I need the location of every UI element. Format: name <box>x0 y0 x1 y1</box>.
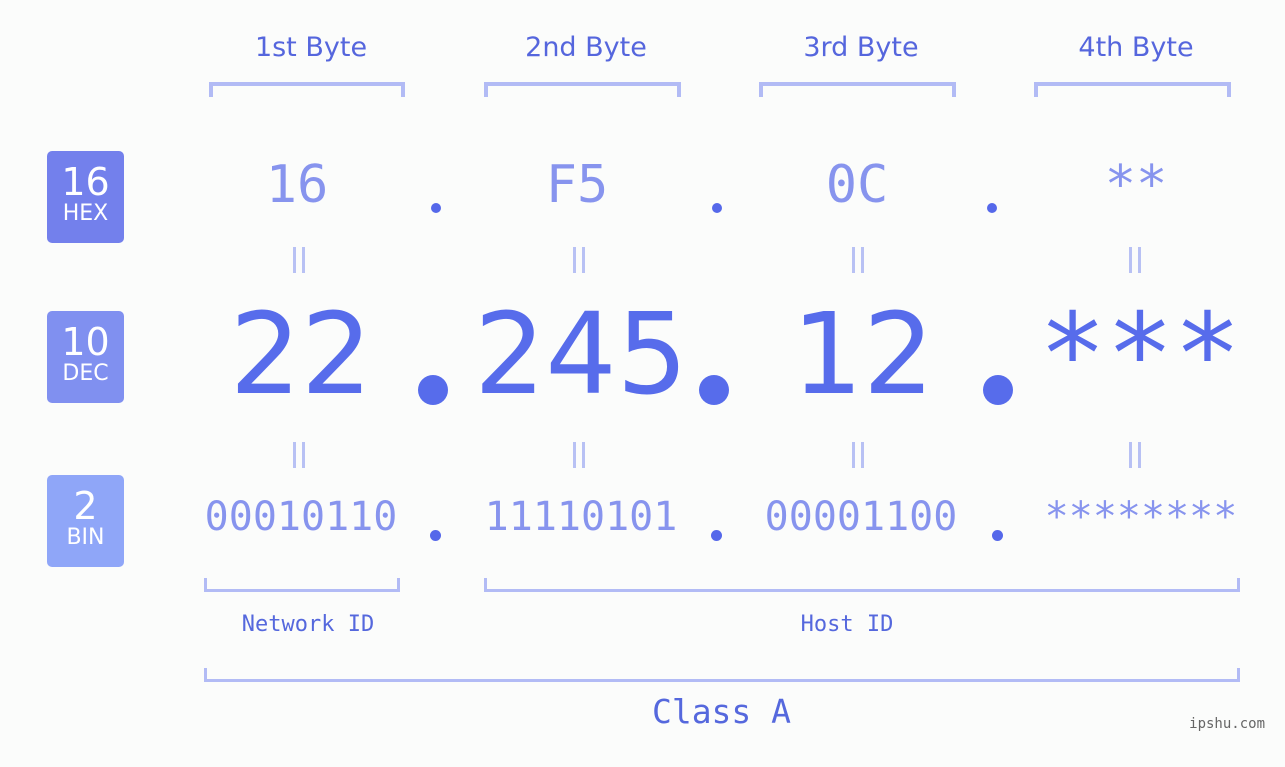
hex-byte-3: 0C <box>825 155 889 215</box>
dec-dot-1 <box>418 375 448 405</box>
hex-dot-3 <box>987 203 997 213</box>
bin-dot-1 <box>430 530 441 541</box>
byte-header-4: 4th Byte <box>1078 32 1194 63</box>
hex-badge-number: 16 <box>61 160 110 204</box>
byte-bracket-1 <box>209 82 405 97</box>
equals-icon <box>289 247 309 273</box>
equals-icon <box>569 247 589 273</box>
watermark: ipshu.com <box>1189 716 1265 732</box>
bin-badge-number: 2 <box>73 484 98 528</box>
dec-byte-2: 245 <box>474 290 688 420</box>
dec-badge-number: 10 <box>61 320 110 364</box>
equals-icon <box>289 442 309 468</box>
hex-dot-2 <box>712 203 722 213</box>
equals-icon <box>848 442 868 468</box>
byte-bracket-2 <box>484 82 681 97</box>
bin-badge-unit: BIN <box>66 525 105 550</box>
class-bracket <box>204 668 1240 682</box>
bin-dot-3 <box>992 530 1003 541</box>
equals-icon <box>1125 442 1145 468</box>
network-id-bracket <box>204 578 400 592</box>
bin-byte-2: 11110101 <box>484 494 678 540</box>
byte-bracket-3 <box>759 82 956 97</box>
bin-byte-1: 00010110 <box>204 494 398 540</box>
network-id-label: Network ID <box>241 612 375 637</box>
equals-icon <box>569 442 589 468</box>
bin-byte-3: 00001100 <box>764 494 958 540</box>
dec-badge: 10 DEC <box>47 311 124 403</box>
host-id-label: Host ID <box>800 612 894 637</box>
hex-byte-2: F5 <box>545 155 609 215</box>
equals-icon <box>1125 247 1145 273</box>
hex-byte-4: ** <box>1104 155 1168 215</box>
dec-byte-3: 12 <box>791 290 935 420</box>
dec-dot-3 <box>983 375 1013 405</box>
host-id-bracket <box>484 578 1240 592</box>
bin-badge: 2 BIN <box>47 475 124 567</box>
dec-dot-2 <box>699 375 729 405</box>
dec-badge-unit: DEC <box>62 361 109 386</box>
dec-byte-1: 22 <box>229 290 373 420</box>
byte-header-3: 3rd Byte <box>803 32 919 63</box>
byte-bracket-4 <box>1034 82 1231 97</box>
bin-dot-2 <box>711 530 722 541</box>
hex-byte-1: 16 <box>265 155 329 215</box>
ip-class-label: Class A <box>651 692 792 731</box>
hex-badge: 16 HEX <box>47 151 124 243</box>
equals-icon <box>848 247 868 273</box>
hex-dot-1 <box>431 203 441 213</box>
byte-header-1: 1st Byte <box>254 32 368 63</box>
bin-byte-4: ******** <box>1044 494 1238 540</box>
hex-badge-unit: HEX <box>62 201 109 226</box>
byte-header-2: 2nd Byte <box>525 32 647 63</box>
dec-byte-4: *** <box>1038 290 1242 420</box>
